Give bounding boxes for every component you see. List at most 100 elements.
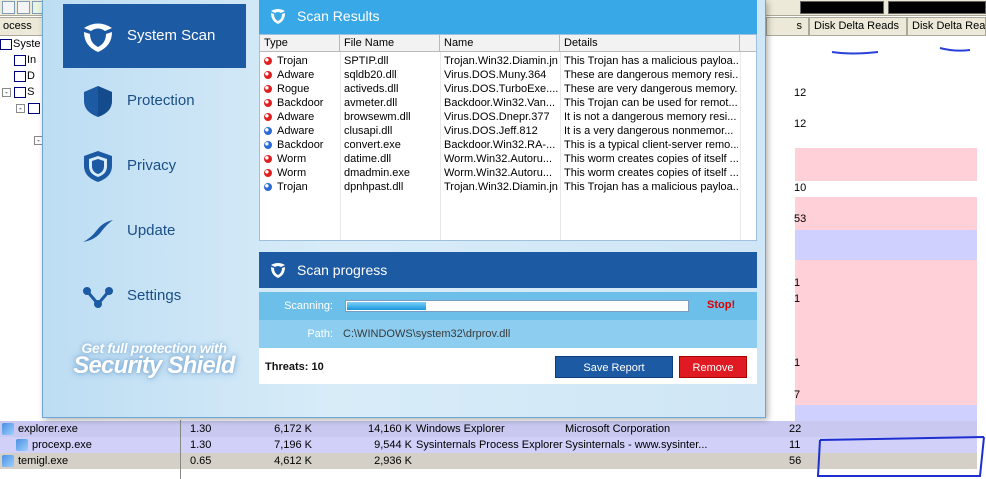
cell-value: 7: [794, 389, 801, 401]
cell-name: Virus.DOS.Jeff.812: [444, 125, 538, 137]
promo-brand[interactable]: Security Shield: [71, 352, 237, 380]
cell-type: Adware: [277, 69, 315, 81]
result-row[interactable]: Backdoor convert.exe Backdoor.Win32.RA-...…: [260, 138, 756, 152]
cell-name: Virus.DOS.Muny.364: [444, 69, 547, 81]
cell-details: This Trojan has a malicious payloa...: [564, 55, 738, 67]
remove-button[interactable]: Remove: [679, 356, 747, 378]
cell-details: This worm creates copies of itself ...: [564, 167, 738, 179]
process-icon: [2, 423, 14, 435]
result-row[interactable]: Trojan SPTIP.dll Trojan.Win32.Diamin.jn Thi…: [260, 54, 756, 68]
column-header-process[interactable]: ocess: [0, 17, 44, 36]
scan-results-header: Scan Results: [259, 0, 757, 34]
scan-progress-title: Scan progress: [297, 262, 388, 278]
screen: ocess s Disk Delta Reads Disk Delta Read…: [0, 0, 986, 479]
nav-item-label: Privacy: [127, 157, 177, 174]
nav-item-protection[interactable]: Protection: [63, 69, 246, 133]
threats-count: Threats: 10: [265, 361, 324, 373]
process-icon: [16, 439, 28, 451]
tree-item[interactable]: -: [16, 101, 41, 116]
process-working-set: 9,544 K: [374, 439, 412, 451]
annotation-highlight-box: [816, 436, 985, 477]
result-row[interactable]: Trojan dpnhpast.dll Trojan.Win32.Diamin.jn…: [260, 180, 756, 194]
process-working-set: 14,160 K: [367, 423, 412, 435]
column-header-name[interactable]: Name: [440, 35, 560, 52]
cpu-graph: [800, 1, 884, 14]
tree-item[interactable]: - S: [2, 85, 34, 100]
cell-type: Worm: [277, 167, 307, 179]
result-row[interactable]: Worm dmadmin.exe Worm.Win32.Autoru... This …: [260, 166, 756, 180]
cell-details: This worm creates copies of itself ...: [564, 153, 738, 165]
collapse-icon[interactable]: -: [2, 87, 11, 97]
process-icon: [14, 86, 27, 98]
column-header-disk-delta-reads[interactable]: Disk Delta Reads: [809, 17, 907, 36]
tree-item-label: S: [27, 86, 35, 98]
io-graph: [888, 1, 986, 14]
process-private-bytes: 6,172 K: [274, 423, 312, 435]
severity-icon: [264, 141, 272, 149]
cell-file-name: sqldb20.dll: [344, 69, 397, 81]
settings-nodes-icon: [83, 287, 113, 308]
cell-file-name: avmeter.dll: [344, 97, 398, 109]
cell-value: 53: [794, 213, 807, 225]
shield-icon: [84, 86, 112, 117]
nav-item-privacy[interactable]: Privacy: [63, 134, 246, 198]
process-cpu: 0.65: [190, 455, 212, 467]
process-row-highlight: [795, 230, 977, 260]
column-header-disk-delta-reads[interactable]: Disk Delta Reads: [907, 17, 986, 36]
cell-details: It is not a dangerous memory resi...: [564, 111, 737, 123]
shield-scan-icon: [84, 23, 112, 52]
scanning-row: Scanning: Stop!: [259, 292, 757, 320]
annotation-marks: [831, 47, 971, 55]
cell-file-name: convert.exe: [344, 139, 401, 151]
severity-icon: [264, 113, 272, 121]
column-header-details[interactable]: Details: [560, 35, 740, 52]
cell-file-name: browsewm.dll: [344, 111, 411, 123]
result-row[interactable]: Worm datime.dll Worm.Win32.Autoru... This w…: [260, 152, 756, 166]
column-header-type[interactable]: Type: [260, 35, 340, 52]
shield-logo-icon: [271, 263, 285, 278]
nav-item-update[interactable]: Update: [63, 199, 246, 263]
path-value: C:\WINDOWS\system32\drprov.dll: [343, 328, 511, 340]
process-name: temigl.exe: [18, 455, 69, 467]
cell-type: Backdoor: [277, 139, 324, 151]
process-private-bytes: 7,196 K: [274, 439, 312, 451]
cell-file-name: clusapi.dll: [344, 125, 393, 137]
scanning-label: Scanning:: [284, 300, 333, 312]
stop-button[interactable]: Stop!: [707, 299, 735, 311]
save-report-button[interactable]: Save Report: [555, 356, 673, 378]
tree-item[interactable]: In: [14, 53, 36, 68]
result-row[interactable]: Adware browsewm.dll Virus.DOS.Dnepr.377 It …: [260, 110, 756, 124]
cell-value: 12: [794, 87, 807, 99]
path-label: Path:: [307, 328, 333, 340]
privacy-shield-icon: [84, 151, 112, 182]
column-header-label: Disk Delta Reads: [912, 20, 986, 32]
scan-progress-fill: [347, 302, 426, 310]
tree-item[interactable]: Syste: [0, 37, 41, 52]
result-row[interactable]: Backdoor avmeter.dll Backdoor.Win32.Van...…: [260, 96, 756, 110]
shield-logo-icon: [271, 9, 285, 24]
cell-details: These are very dangerous memory...: [564, 83, 738, 95]
result-row[interactable]: Adware sqldb20.dll Virus.DOS.Muny.364 These…: [260, 68, 756, 82]
nav-item-settings[interactable]: Settings: [63, 264, 246, 328]
column-header[interactable]: s: [766, 17, 809, 36]
process-row-highlight: [795, 405, 977, 421]
results-table: Type File Name Name Details Trojan SPTIP.…: [259, 34, 757, 241]
toolbar-button[interactable]: [2, 1, 15, 14]
nav-item-label: Update: [127, 222, 176, 239]
severity-icon: [264, 183, 272, 191]
tree-item[interactable]: D: [14, 69, 35, 84]
result-row[interactable]: Adware clusapi.dll Virus.DOS.Jeff.812 It is…: [260, 124, 756, 138]
cell-file-name: activeds.dll: [344, 83, 399, 95]
severity-icon: [264, 57, 272, 65]
cell-value: 10: [794, 182, 807, 194]
process-cpu: 1.30: [190, 439, 212, 451]
collapse-icon[interactable]: -: [16, 103, 25, 113]
column-header-spacer: [740, 35, 756, 52]
nav-item-system-scan[interactable]: System Scan: [63, 4, 246, 68]
cell-value: 1: [794, 357, 801, 369]
column-header-file-name[interactable]: File Name: [340, 35, 440, 52]
column-header-label: ocess: [3, 20, 32, 32]
toolbar-button[interactable]: [17, 1, 30, 14]
result-row[interactable]: Rogue activeds.dll Virus.DOS.TurboExe.... T…: [260, 82, 756, 96]
tree-item-label: In: [27, 54, 37, 66]
